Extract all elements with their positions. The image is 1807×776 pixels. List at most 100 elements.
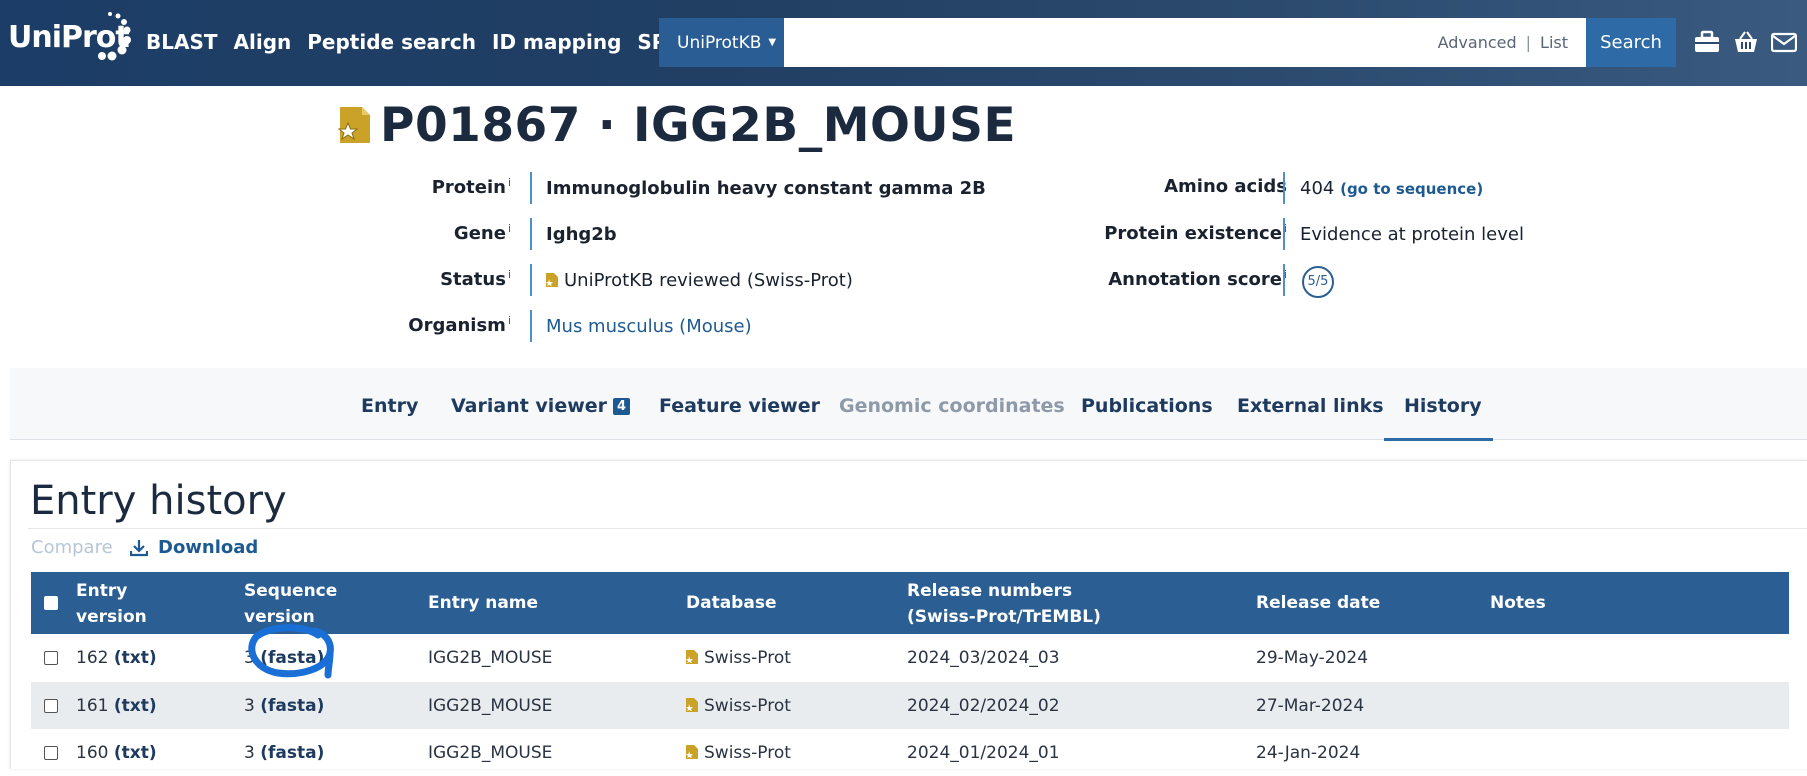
entry-history-title: Entry history — [30, 478, 287, 524]
col-entry-version-line1: Entry — [76, 581, 128, 601]
col-entry-name[interactable]: Entry name — [428, 590, 538, 616]
info-divider — [530, 310, 532, 342]
fasta-link[interactable]: (fasta) — [260, 696, 324, 716]
release-numbers-cell: 2024_02/2024_02 — [907, 696, 1060, 716]
amino-count: 404 — [1300, 178, 1335, 199]
txt-link[interactable]: (txt) — [114, 743, 157, 763]
info-icon[interactable]: i — [508, 314, 511, 327]
tab-publications[interactable]: Publications — [1081, 395, 1213, 417]
select-all-checkbox[interactable] — [44, 596, 58, 610]
tab-external-links[interactable]: External links — [1237, 395, 1384, 417]
info-divider — [530, 172, 532, 204]
tab-variant-viewer-label: Variant viewer — [451, 395, 608, 417]
amino-acids-value: 404 (go to sequence) — [1300, 178, 1483, 199]
info-icon[interactable]: i — [508, 222, 511, 235]
table-row: 161 (txt) 3 (fasta) IGG2B_MOUSE Swiss-Pr… — [31, 682, 1789, 729]
entry-version: 162 — [76, 648, 109, 668]
info-divider — [1283, 218, 1285, 250]
entry-version-cell: 162 (txt) — [76, 648, 157, 668]
logo-dots-icon — [98, 12, 131, 61]
col-database[interactable]: Database — [686, 590, 776, 616]
database-cell: Swiss-Prot — [686, 648, 791, 668]
col-release-numbers-line1: Release numbers — [907, 581, 1073, 601]
active-tab-indicator — [1384, 438, 1493, 441]
mail-icon[interactable] — [1771, 30, 1797, 54]
row-checkbox[interactable] — [44, 699, 58, 713]
database-name: Swiss-Prot — [704, 696, 791, 716]
status-label-text: Status — [440, 269, 506, 290]
database-select-label: UniProtKB — [677, 32, 762, 53]
col-release-date[interactable]: Release date — [1256, 590, 1380, 616]
release-date-cell: 27-Mar-2024 — [1256, 696, 1365, 716]
tab-feature-viewer[interactable]: Feature viewer — [659, 395, 820, 417]
database-name: Swiss-Prot — [704, 743, 791, 763]
toolbox-icon[interactable] — [1694, 30, 1720, 54]
entry-name-cell: IGG2B_MOUSE — [428, 648, 553, 668]
nav-peptide-search[interactable]: Peptide search — [307, 30, 476, 54]
info-icon[interactable]: i — [508, 176, 511, 189]
entry-version: 160 — [76, 743, 109, 763]
list-search-link[interactable]: List — [1540, 33, 1568, 52]
existence-label-text: Protein existence — [1104, 223, 1282, 244]
organism-link[interactable]: Mus musculus (Mouse) — [546, 316, 752, 337]
release-numbers-cell: 2024_03/2024_03 — [907, 648, 1060, 668]
tab-entry[interactable]: Entry — [361, 395, 418, 417]
row-checkbox[interactable] — [44, 746, 58, 760]
reviewed-entry-icon — [338, 107, 370, 143]
gene-label-text: Gene — [453, 223, 506, 244]
compare-button: Compare — [31, 537, 113, 558]
entry-name-cell: IGG2B_MOUSE — [428, 743, 553, 763]
entry-name-cell: IGG2B_MOUSE — [428, 696, 553, 716]
status-value: UniProtKB reviewed (Swiss-Prot) — [546, 270, 853, 291]
col-entry-version[interactable]: Entry version — [76, 578, 147, 630]
col-release-numbers[interactable]: Release numbers (Swiss-Prot/TrEMBL) — [907, 578, 1101, 630]
download-button[interactable]: Download — [130, 537, 258, 558]
advanced-search-link[interactable]: Advanced — [1438, 33, 1517, 52]
search-links: Advanced | List — [1438, 33, 1568, 52]
protein-label: Protein i — [432, 176, 511, 198]
info-divider — [1283, 172, 1285, 204]
tab-history[interactable]: History — [1404, 395, 1482, 417]
nav-id-mapping[interactable]: ID mapping — [492, 30, 621, 54]
database-select[interactable]: UniProtKB ▼ — [659, 18, 784, 67]
entry-version: 161 — [76, 696, 109, 716]
txt-link[interactable]: (txt) — [114, 696, 157, 716]
organism-label-text: Organism — [408, 315, 506, 336]
entry-version-cell: 161 (txt) — [76, 696, 157, 716]
protein-name: Immunoglobulin heavy constant gamma 2B — [546, 178, 986, 199]
info-icon[interactable]: i — [508, 268, 511, 281]
nav-blast[interactable]: BLAST — [146, 30, 218, 54]
row-checkbox[interactable] — [44, 651, 58, 665]
col-release-numbers-line2: (Swiss-Prot/TrEMBL) — [907, 607, 1101, 627]
database-name: Swiss-Prot — [704, 648, 791, 668]
database-cell: Swiss-Prot — [686, 696, 791, 716]
amino-acids-label: Amino acids — [1164, 176, 1287, 197]
release-numbers-cell: 2024_01/2024_01 — [907, 743, 1060, 763]
database-cell: Swiss-Prot — [686, 743, 791, 763]
top-header: UniProt BLAST Align Peptide search ID ma… — [0, 0, 1807, 86]
swissprot-icon — [546, 273, 558, 287]
txt-link[interactable]: (txt) — [114, 648, 157, 668]
info-divider — [530, 264, 532, 296]
info-divider — [1283, 264, 1285, 296]
entry-title: P01867 · IGG2B_MOUSE — [380, 98, 1017, 153]
search-button[interactable]: Search — [1586, 18, 1676, 67]
sequence-version-cell: 3 (fasta) — [244, 743, 324, 763]
protein-existence-value: Evidence at protein level — [1300, 224, 1524, 245]
col-notes[interactable]: Notes — [1490, 590, 1546, 616]
sequence-version-cell: 3 (fasta) — [244, 696, 324, 716]
search-input[interactable]: Advanced | List — [784, 18, 1586, 67]
nav-align[interactable]: Align — [234, 30, 292, 54]
annotation-score-badge: 5/5 — [1302, 266, 1334, 298]
release-date-cell: 24-Jan-2024 — [1256, 743, 1361, 763]
release-date-cell: 29-May-2024 — [1256, 648, 1369, 668]
protein-label-text: Protein — [431, 177, 506, 198]
gene-name: Ighg2b — [546, 224, 617, 245]
caret-down-icon: ▼ — [768, 37, 777, 48]
tab-variant-viewer[interactable]: Variant viewer 4 — [451, 395, 631, 417]
entry-version-cell: 160 (txt) — [76, 743, 157, 763]
basket-icon[interactable] — [1733, 30, 1759, 54]
fasta-link[interactable]: (fasta) — [260, 743, 324, 763]
go-to-sequence-link[interactable]: (go to sequence) — [1340, 180, 1483, 198]
organism-label: Organism i — [408, 314, 511, 336]
